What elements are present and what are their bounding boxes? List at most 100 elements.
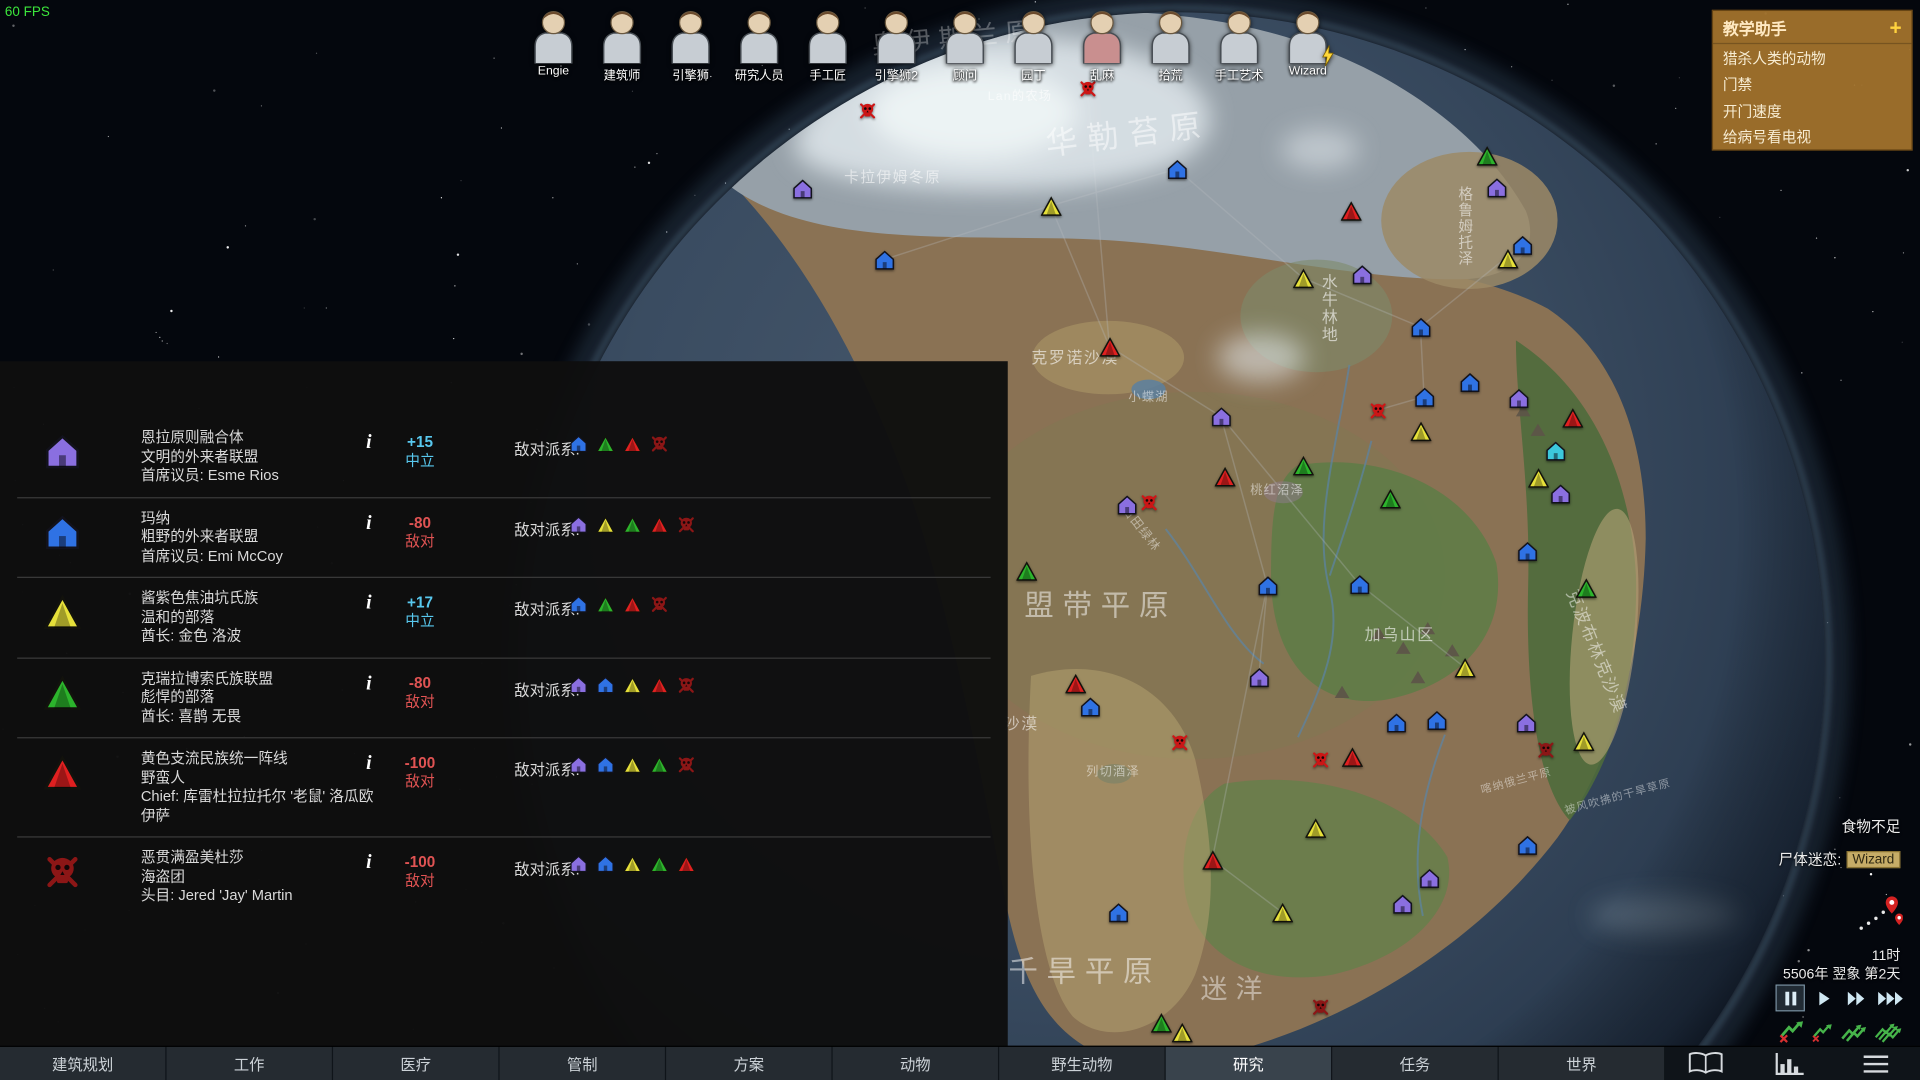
pirate-skull-marker[interactable] (1536, 740, 1554, 758)
settlement-marker-purple[interactable] (792, 178, 813, 199)
bottom-tab[interactable]: 工作 (167, 1047, 332, 1080)
settlement-marker-blue[interactable] (1517, 541, 1538, 562)
faction-info-icon[interactable]: i (366, 593, 371, 615)
faction-row[interactable]: 恩拉原则融合体文明的外来者联盟首席议员: Esme Riosi+15中立敌对派系… (0, 418, 1008, 497)
bottom-tab[interactable]: 任务 (1332, 1047, 1497, 1080)
settlement-marker-yellow[interactable] (1040, 195, 1061, 216)
settlement-marker-yellow[interactable] (1528, 467, 1549, 488)
stat-graph-icon[interactable] (1839, 1020, 1868, 1043)
menu-icon[interactable] (1854, 1051, 1898, 1077)
event-skull-marker[interactable] (1311, 750, 1329, 768)
colonist-portrait[interactable]: 引擎狮 (656, 7, 725, 83)
alert-low-food[interactable]: 食物不足 (1842, 816, 1901, 837)
settlement-marker-purple[interactable] (1210, 406, 1231, 427)
settlement-marker-blue[interactable] (1166, 159, 1187, 180)
settlement-marker-blue[interactable] (1459, 372, 1480, 393)
settlement-marker-yellow[interactable] (1292, 268, 1313, 289)
statistics-icon[interactable] (1768, 1051, 1812, 1077)
settlement-marker-yellow[interactable] (1573, 730, 1594, 751)
caravan-route-icon[interactable] (1854, 894, 1903, 936)
settlement-marker-yellow[interactable] (1410, 421, 1431, 442)
settlement-marker-purple[interactable] (1515, 712, 1536, 733)
settlement-marker-blue[interactable] (1512, 234, 1533, 255)
settlement-marker-teal[interactable] (1545, 440, 1566, 461)
colonist-portrait[interactable]: 拾荒 (1136, 7, 1205, 83)
colonist-portrait[interactable]: 顾问 (931, 7, 1000, 83)
faction-row[interactable]: 酱紫色焦油坑氏族温和的部落酋长: 金色 洛波i+17中立敌对派系: (0, 578, 1008, 657)
faction-row[interactable]: 玛纳粗野的外来者联盟首席议员: Emi McCoyi-80敌对敌对派系: (0, 498, 1008, 577)
faction-info-icon[interactable]: i (366, 753, 371, 775)
pirate-skull-marker[interactable] (1311, 997, 1329, 1015)
settlement-marker-blue[interactable] (1414, 386, 1435, 407)
settlement-marker-yellow[interactable] (1454, 657, 1475, 678)
settlement-marker-red[interactable] (1340, 200, 1361, 221)
settlement-marker-purple[interactable] (1419, 868, 1440, 889)
colonist-portrait[interactable]: 手工匠 (793, 7, 862, 83)
settlement-marker-blue[interactable] (1410, 317, 1431, 338)
settlement-marker-green[interactable] (1292, 455, 1313, 476)
settlement-marker-purple[interactable] (1486, 177, 1507, 198)
settlement-marker-green[interactable] (1016, 560, 1037, 581)
bottom-tab[interactable]: 动物 (833, 1047, 998, 1080)
settlement-marker-green[interactable] (1575, 577, 1596, 598)
event-skull-marker[interactable] (1368, 401, 1386, 419)
settlement-marker-yellow[interactable] (1171, 1022, 1192, 1043)
plus-icon[interactable]: + (1889, 17, 1901, 38)
alert-corpse-obsession[interactable]: 尸体迷恋: Wizard (1778, 849, 1900, 870)
event-skull-marker[interactable] (858, 101, 876, 119)
settlement-marker-yellow[interactable] (1305, 817, 1326, 838)
settlement-marker-purple[interactable] (1392, 893, 1413, 914)
settlement-marker-red[interactable] (1099, 336, 1120, 357)
settlement-marker-blue[interactable] (1079, 696, 1100, 717)
archive-book-icon[interactable] (1684, 1051, 1728, 1077)
event-skull-marker[interactable] (1139, 493, 1157, 511)
speed-3-button[interactable] (1876, 986, 1903, 1010)
colonist-portrait[interactable]: 手工艺术 (1205, 7, 1274, 83)
event-skull-marker[interactable] (1170, 733, 1188, 751)
settlement-marker-yellow[interactable] (1272, 902, 1293, 923)
speed-2-button[interactable] (1843, 986, 1870, 1010)
bottom-tab[interactable]: 建筑规划 (0, 1047, 165, 1080)
colonist-portrait[interactable]: 引擎狮2 (862, 7, 931, 83)
settlement-marker-green[interactable] (1379, 488, 1400, 509)
settlement-marker-blue[interactable] (1386, 712, 1407, 733)
settlement-marker-blue[interactable] (1426, 710, 1447, 731)
settlement-marker-purple[interactable] (1248, 667, 1269, 688)
settlement-marker-blue[interactable] (1108, 902, 1129, 923)
settlement-marker-purple[interactable] (1116, 494, 1137, 515)
learning-helper-item[interactable]: 给病号看电视 (1713, 123, 1911, 149)
colonist-portrait[interactable]: 建筑师 (588, 7, 657, 83)
colonist-portrait[interactable]: Engie (519, 7, 588, 83)
settlement-marker-purple[interactable] (1550, 483, 1571, 504)
learning-helper-item[interactable]: 开门速度 (1713, 97, 1911, 123)
bottom-tab[interactable]: 方案 (666, 1047, 831, 1080)
bottom-tab[interactable]: 管制 (500, 1047, 665, 1080)
settlement-marker-blue[interactable] (1257, 575, 1278, 596)
colonist-portrait[interactable]: 园丁 (999, 7, 1068, 83)
settlement-marker-blue[interactable] (874, 249, 895, 270)
learning-helper-item[interactable]: 门禁 (1713, 70, 1911, 96)
settlement-marker-red[interactable] (1202, 849, 1223, 870)
settlement-marker-red[interactable] (1065, 673, 1086, 694)
faction-info-icon[interactable]: i (366, 852, 371, 874)
stat-graph-icon[interactable] (1873, 1020, 1905, 1043)
faction-info-icon[interactable]: i (366, 512, 371, 534)
faction-row[interactable]: 克瑞拉博索氏族联盟彪悍的部落酋长: 喜鹊 无畏i-80敌对敌对派系: (0, 658, 1008, 737)
speed-1-button[interactable] (1810, 986, 1837, 1010)
stat-graph-icon[interactable] (1778, 1020, 1806, 1043)
colonist-portrait[interactable]: 乱麻 (1068, 7, 1137, 83)
settlement-marker-purple[interactable] (1351, 264, 1372, 285)
faction-info-icon[interactable]: i (366, 432, 371, 454)
settlement-marker-blue[interactable] (1517, 834, 1538, 855)
settlement-marker-red[interactable] (1214, 466, 1235, 487)
faction-info-icon[interactable]: i (366, 673, 371, 695)
pause-button[interactable] (1777, 986, 1804, 1010)
colonist-portrait[interactable]: 研究人员 (725, 7, 794, 83)
faction-row[interactable]: 黄色支流民族统一阵线野蛮人Chief: 库雷杜拉拉托尔 '老鼠' 洛瓜欧伊萨i-… (0, 738, 1008, 836)
bottom-tab[interactable]: 研究 (1166, 1047, 1331, 1080)
bottom-tab[interactable]: 野生动物 (999, 1047, 1164, 1080)
settlement-marker-green[interactable] (1476, 145, 1497, 166)
faction-row[interactable]: 恶贯满盈美杜莎海盗团头目: Jered 'Jay' Martini-100敌对敌… (0, 838, 1008, 917)
settlement-marker-green[interactable] (1150, 1012, 1171, 1033)
settlement-marker-purple[interactable] (1508, 388, 1529, 409)
